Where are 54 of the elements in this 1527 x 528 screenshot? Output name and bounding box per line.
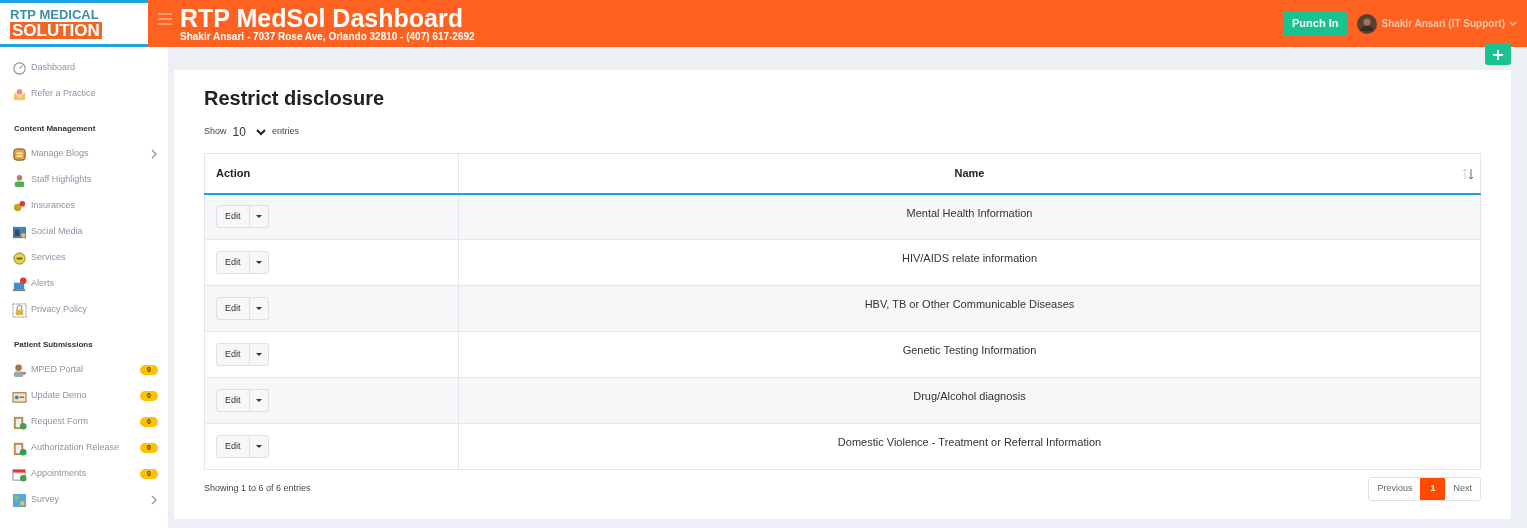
page-title: Restrict disclosure (204, 86, 386, 111)
table-cell: Domestic Violence - Treatment or Referral Information (458, 423, 1481, 470)
table-cell: HBV, TB or Other Communicable Diseases (458, 285, 1481, 332)
plus-icon (1493, 49, 1503, 60)
caret-icon (255, 445, 262, 448)
clipboard-check-icon (12, 440, 27, 456)
caret-icon (255, 399, 262, 402)
add-button[interactable] (1485, 44, 1511, 65)
sidebar-item[interactable]: Insurances (0, 193, 168, 219)
padlock-icon (12, 302, 27, 318)
caret-icon (1509, 20, 1517, 27)
table-cell: Genetic Testing Information (458, 331, 1481, 378)
gauge-icon (12, 60, 27, 76)
caret-icon (255, 261, 262, 264)
sidebar-item[interactable]: Privacy Policy (0, 297, 168, 323)
envelope-icon (12, 86, 27, 102)
table-cell: Mental Health Information (458, 193, 1481, 240)
sidebar-item[interactable]: Services (0, 245, 168, 271)
sidebar-item[interactable]: Survey (0, 487, 168, 513)
table-info: Showing 1 to 6 of 6 entries (204, 482, 311, 496)
doctor-icon (12, 362, 27, 378)
avatar-icon (1357, 13, 1378, 34)
sidebar-item[interactable]: Dashboard (0, 55, 168, 81)
chevron-right-icon (150, 495, 158, 505)
sidebar-item[interactable]: Staff Highlights (0, 167, 168, 193)
column-header[interactable]: Name (458, 153, 1481, 194)
screen-icon (12, 224, 27, 240)
sidebar-item[interactable]: Social Media (0, 219, 168, 245)
menu-icon[interactable] (158, 13, 172, 25)
sidebar-item[interactable]: Manage Blogs (0, 141, 168, 167)
entries-label: entries (271, 125, 299, 139)
sidebar-item[interactable]: Alerts (0, 271, 168, 297)
caret-icon (255, 307, 262, 310)
pagination-button[interactable]: 1 (1420, 478, 1446, 500)
caret-icon (255, 128, 266, 136)
dashboard-title: RTP MedSol Dashboard (180, 4, 464, 31)
clipboard-add-icon (12, 414, 27, 430)
column-header[interactable]: Action (204, 153, 459, 194)
table-cell: HIV/AIDS relate information (458, 239, 1481, 286)
sidebar-item[interactable]: Refer a Practice (0, 81, 168, 107)
caret-icon (255, 353, 262, 356)
chevron-right-icon (150, 149, 158, 159)
person-icon (12, 172, 27, 188)
calendar-icon (12, 466, 27, 482)
caret-icon (255, 215, 262, 219)
show-label: Show (204, 125, 227, 139)
page-size-select[interactable]: 10 (230, 123, 268, 141)
sort-icon (1462, 168, 1474, 180)
logo[interactable]: RTP MEDICAL SOLUTION (0, 0, 148, 47)
practice-address: Shakir Ansari - 7037 Rose Ave, Orlando 32810 - (407) 617-2692 (180, 30, 475, 43)
section-heading: Content Management (13, 123, 97, 135)
laptop-alert-icon (12, 276, 27, 292)
section-heading: Patient Submissions (13, 339, 94, 351)
table-cell: Drug/Alcohol diagnosis (458, 377, 1481, 424)
